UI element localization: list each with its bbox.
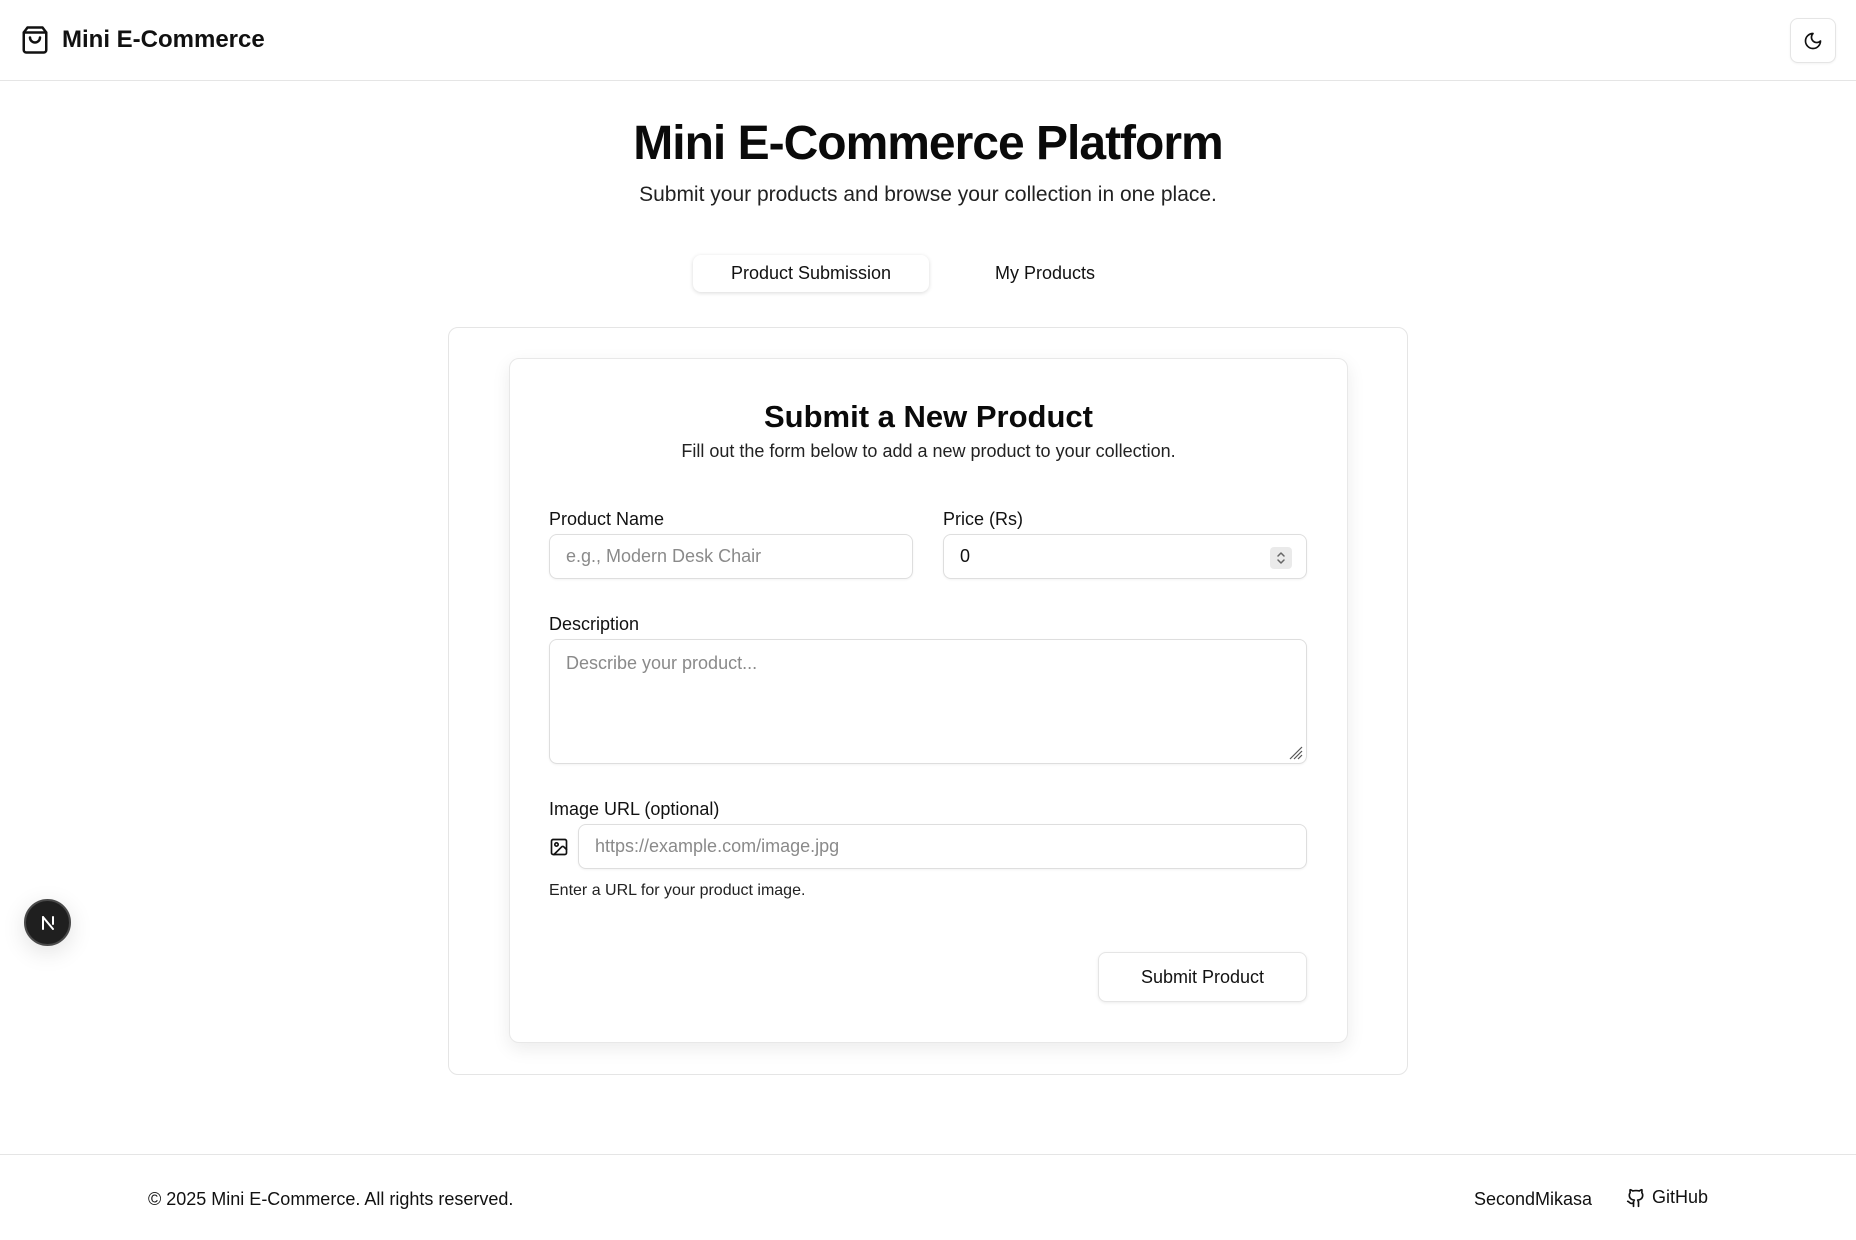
- github-label: GitHub: [1652, 1187, 1709, 1207]
- price-label: Price (Rs): [943, 509, 1023, 529]
- form-title: Submit a New Product: [764, 399, 1093, 434]
- description-placeholder: Describe your product...: [566, 653, 758, 673]
- top-header: Mini E-Commerce: [0, 0, 1856, 81]
- image-icon: [550, 838, 568, 856]
- tab-my-products[interactable]: My Products: [950, 255, 1140, 292]
- nextjs-logo-icon: [41, 915, 54, 930]
- product-name-placeholder: e.g., Modern Desk Chair: [566, 546, 762, 566]
- image-url-input[interactable]: https://example.com/image.jpg: [578, 824, 1307, 869]
- submit-product-button[interactable]: Submit Product: [1098, 952, 1307, 1002]
- page-title: Mini E-Commerce Platform: [633, 117, 1223, 170]
- nextjs-dev-badge[interactable]: [24, 899, 71, 946]
- price-stepper[interactable]: [1270, 547, 1292, 569]
- product-name-label: Product Name: [549, 509, 665, 529]
- image-url-placeholder: https://example.com/image.jpg: [595, 836, 840, 856]
- brand[interactable]: Mini E-Commerce: [20, 24, 265, 56]
- resize-handle-icon[interactable]: [1287, 744, 1303, 760]
- theme-toggle-button[interactable]: [1790, 18, 1836, 63]
- product-name-input[interactable]: e.g., Modern Desk Chair: [549, 534, 913, 579]
- description-textarea[interactable]: Describe your product...: [549, 639, 1307, 764]
- product-form-card: Submit a New Product Fill out the form b…: [509, 358, 1348, 1043]
- moon-icon: [1804, 32, 1822, 49]
- author-link[interactable]: SecondMikasa: [1474, 1189, 1592, 1210]
- image-url-label: Image URL (optional): [549, 799, 720, 819]
- page: Mini E-Commerce Mini E-Commerce Platform…: [0, 0, 1856, 1240]
- brand-name: Mini E-Commerce: [62, 26, 265, 53]
- copyright-text: © 2025 Mini E-Commerce. All rights reser…: [148, 1189, 514, 1209]
- shopping-bag-icon: [22, 26, 48, 54]
- price-input[interactable]: 0: [943, 534, 1307, 579]
- chevron-up-down-icon: [1277, 552, 1285, 564]
- tab-product-submission[interactable]: Product Submission: [693, 255, 929, 292]
- description-label: Description: [549, 614, 640, 634]
- form-subtitle: Fill out the form below to add a new pro…: [681, 441, 1176, 461]
- page-subtitle: Submit your products and browse your col…: [639, 183, 1217, 206]
- github-link[interactable]: GitHub: [1626, 1187, 1708, 1208]
- github-icon: [1626, 1188, 1644, 1207]
- price-value: 0: [960, 546, 971, 566]
- image-url-helper-text: Enter a URL for your product image.: [549, 882, 806, 899]
- site-footer: © 2025 Mini E-Commerce. All rights reser…: [0, 1154, 1856, 1240]
